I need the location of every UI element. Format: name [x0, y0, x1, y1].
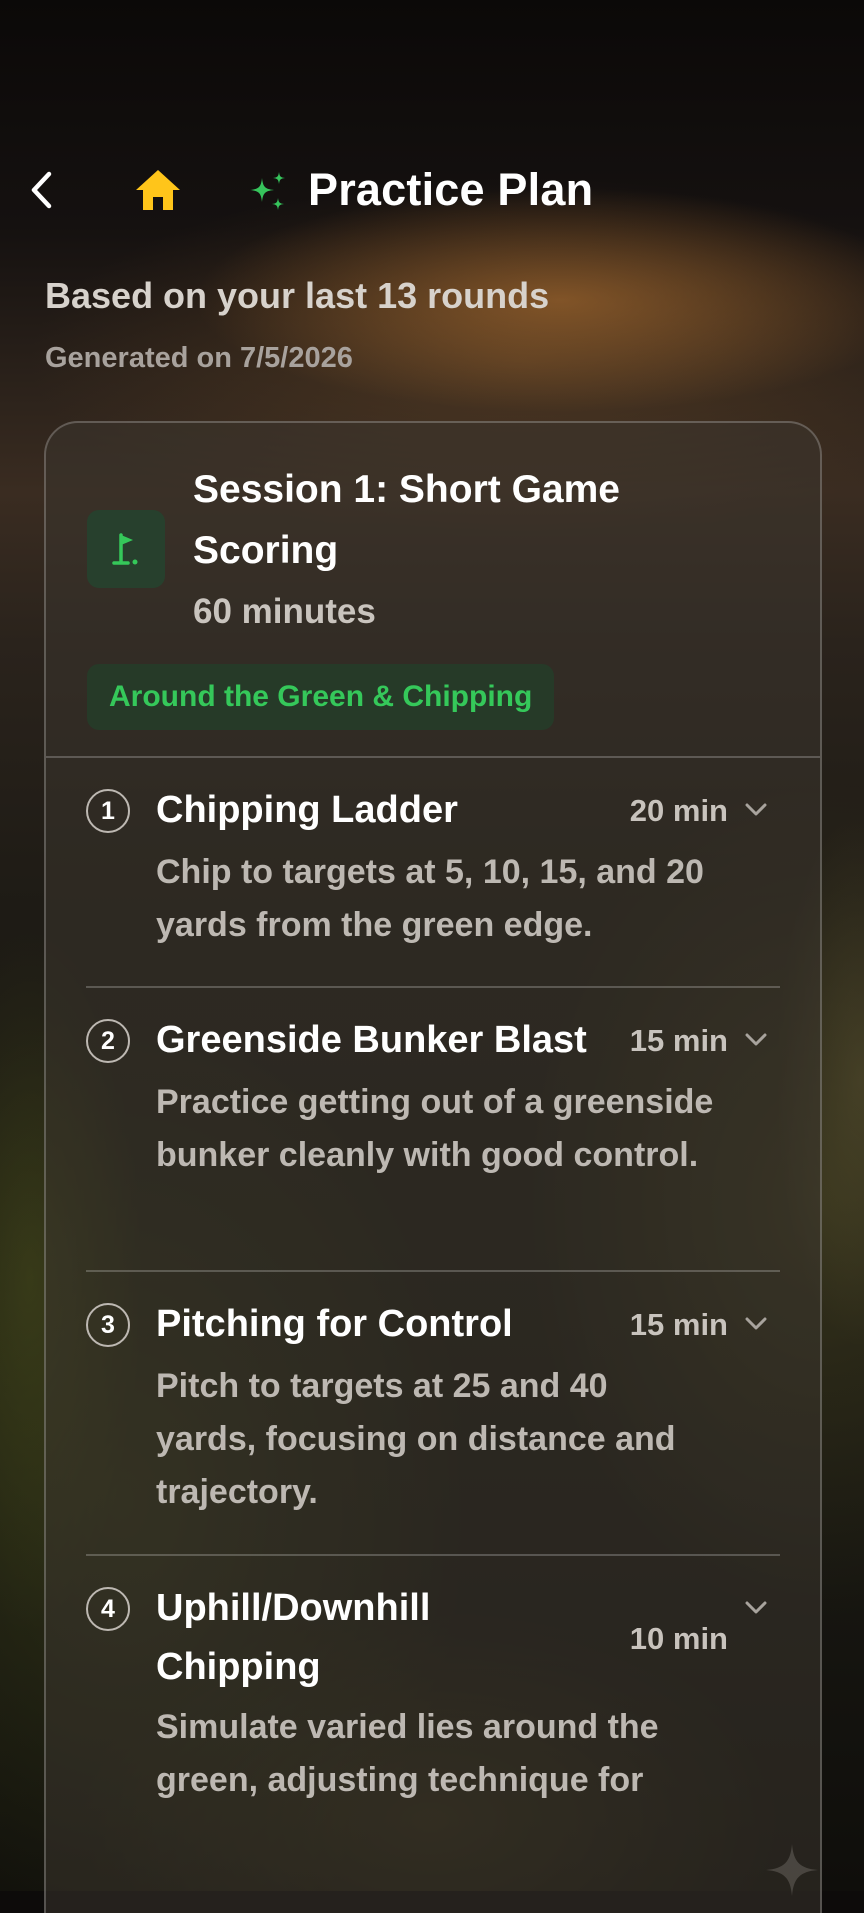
drill-number-badge: 3 — [86, 1303, 130, 1347]
drill-item-3[interactable]: 3 Pitching for Control 15 min Pitch to t… — [86, 1272, 780, 1556]
drill-duration: 20 min — [629, 793, 728, 828]
golf-flag-icon — [112, 533, 138, 565]
drill-item-2[interactable]: 2 Greenside Bunker Blast 15 min Practice… — [86, 988, 780, 1272]
chevron-left-icon — [31, 171, 52, 209]
drill-number-badge: 4 — [86, 1587, 130, 1631]
drill-duration: 15 min — [629, 1307, 728, 1342]
sparkle-watermark-icon — [766, 1844, 818, 1896]
drill-name: Pitching for Control — [156, 1303, 513, 1345]
drill-duration: 10 min — [629, 1621, 728, 1656]
page-title: Practice Plan — [308, 164, 594, 215]
generated-date: Generated on 7/5/2026 — [45, 342, 353, 374]
drill-item-4[interactable]: 4 Uphill/Downhill Chipping 10 min Simula… — [86, 1556, 780, 1856]
session-header: Session 1: Short Game Scoring 60 minutes… — [46, 423, 820, 758]
back-button[interactable] — [22, 168, 62, 212]
drill-item-1[interactable]: 1 Chipping Ladder 20 min Chip to targets… — [86, 758, 780, 988]
home-button[interactable] — [130, 164, 186, 216]
session-title: Session 1: Short Game Scoring — [193, 468, 620, 572]
focus-area-badge: Around the Green & Chipping — [87, 664, 555, 730]
drill-name: Chipping Ladder — [156, 789, 458, 831]
drill-list: 1 Chipping Ladder 20 min Chip to targets… — [46, 758, 820, 1856]
session-duration: 60 minutes — [193, 592, 376, 631]
drill-description: Chip to targets at 5, 10, 15, and 20 yar… — [156, 853, 704, 944]
rounds-basis-text: Based on your last 13 rounds — [45, 275, 550, 316]
drill-description: Practice getting out of a greenside bunk… — [156, 1083, 714, 1174]
drill-description: Simulate varied lies around the green, a… — [156, 1708, 659, 1799]
drill-number-badge: 1 — [86, 789, 130, 833]
session-icon-tile — [87, 510, 165, 588]
session-card: Session 1: Short Game Scoring 60 minutes… — [44, 421, 822, 1913]
drill-number-badge: 2 — [86, 1019, 130, 1063]
drill-name: Uphill/Downhill Chipping — [156, 1587, 431, 1688]
drill-name: Greenside Bunker Blast — [156, 1019, 587, 1061]
chevron-down-icon[interactable] — [742, 796, 770, 824]
chevron-down-icon[interactable] — [742, 1026, 770, 1054]
drill-description: Pitch to targets at 25 and 40 yards, foc… — [156, 1367, 676, 1511]
home-icon — [136, 170, 180, 210]
drill-duration: 15 min — [629, 1023, 728, 1058]
header: Practice Plan — [0, 150, 864, 230]
chevron-down-icon[interactable] — [742, 1594, 770, 1622]
chevron-down-icon[interactable] — [742, 1310, 770, 1338]
sparkles-icon — [250, 172, 285, 210]
